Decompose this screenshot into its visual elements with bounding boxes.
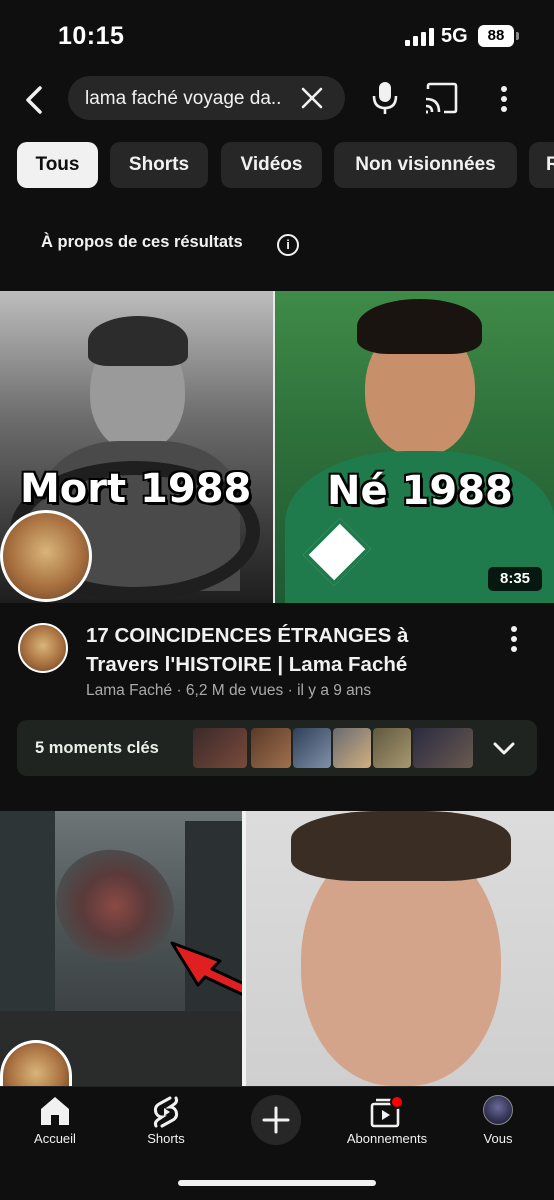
search-header: lama faché voyage da..: [0, 72, 554, 126]
channel-logo-watermark: [0, 510, 92, 602]
nav-shorts-label: Shorts: [147, 1131, 185, 1146]
nav-home[interactable]: Accueil: [0, 1087, 110, 1157]
back-arrow-icon[interactable]: [18, 80, 52, 120]
close-icon[interactable]: [298, 84, 326, 112]
filter-chips: Tous Shorts Vidéos Non visionnées R: [0, 142, 554, 188]
moment-thumbnail[interactable]: [251, 728, 291, 768]
video-title[interactable]: 17 COINCIDENCES ÉTRANGES à Travers l'HIS…: [86, 621, 476, 679]
more-vertical-icon[interactable]: [502, 624, 526, 654]
moment-thumbnail[interactable]: [373, 728, 411, 768]
nav-you-label: Vous: [483, 1131, 513, 1146]
search-query[interactable]: lama faché voyage da..: [85, 88, 305, 110]
battery-icon: 88: [478, 25, 519, 47]
overlay-text-left: Mort 1988: [20, 466, 252, 512]
about-results-label[interactable]: À propos de ces résultats: [41, 233, 243, 252]
status-time: 10:15: [58, 22, 125, 50]
cast-icon[interactable]: [422, 82, 460, 114]
notification-dot: [390, 1095, 404, 1109]
chip-non-visionnees[interactable]: Non visionnées: [334, 142, 517, 188]
moment-thumbnail[interactable]: [293, 728, 331, 768]
chip-videos[interactable]: Vidéos: [221, 142, 322, 188]
chevron-down-icon[interactable]: [491, 736, 517, 760]
shorts-icon: [153, 1096, 179, 1128]
chip-shorts[interactable]: Shorts: [110, 142, 208, 188]
plus-icon: [262, 1106, 290, 1134]
status-bar: 10:15 5G 88: [0, 0, 554, 72]
create-button[interactable]: [251, 1095, 301, 1145]
thumbnail-right-photo: [246, 811, 554, 1086]
more-vertical-icon[interactable]: [492, 82, 516, 116]
search-input[interactable]: lama faché voyage da..: [68, 76, 345, 120]
chip-more[interactable]: R: [529, 142, 554, 188]
network-type: 5G: [441, 25, 468, 47]
key-moments-label: 5 moments clés: [35, 739, 159, 757]
nav-home-label: Accueil: [34, 1131, 76, 1146]
overlay-text-right: Né 1988: [327, 468, 513, 514]
moment-thumbnail[interactable]: [193, 728, 247, 768]
thumbnail-right-photo: [275, 291, 554, 603]
channel-avatar[interactable]: [18, 623, 68, 673]
subscriptions-icon: [370, 1095, 404, 1128]
key-moments-bar[interactable]: 5 moments clés: [17, 720, 537, 776]
video-thumbnail-2[interactable]: [0, 811, 554, 1086]
info-icon[interactable]: i: [277, 234, 299, 256]
video-meta: Lama Faché · 6,2 M de vues · il y a 9 an…: [86, 682, 372, 699]
moment-thumbnail[interactable]: [413, 728, 473, 768]
home-icon: [41, 1097, 69, 1125]
moment-thumbnail[interactable]: [333, 728, 371, 768]
home-indicator[interactable]: [178, 1180, 376, 1186]
avatar: [483, 1095, 513, 1125]
nav-subscriptions-label: Abonnements: [346, 1131, 428, 1146]
nav-you[interactable]: Vous: [443, 1087, 553, 1157]
signal-icon: [405, 28, 434, 46]
microphone-icon[interactable]: [370, 80, 400, 116]
nav-shorts[interactable]: Shorts: [111, 1087, 221, 1157]
nav-subscriptions[interactable]: Abonnements: [332, 1087, 442, 1157]
chip-tous[interactable]: Tous: [17, 142, 98, 188]
video-duration: 8:35: [488, 567, 542, 591]
